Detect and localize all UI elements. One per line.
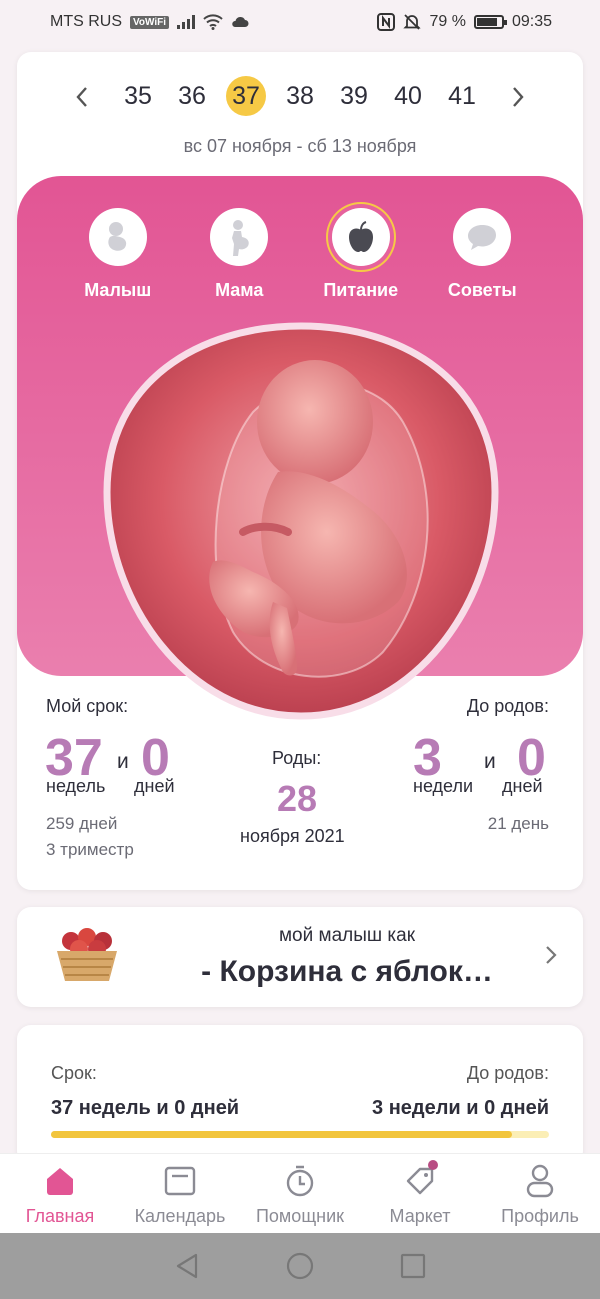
nav-assistant-label: Помощник xyxy=(255,1206,344,1226)
term-trimester: 3 триместр xyxy=(46,840,134,859)
nav-market-label: Маркет xyxy=(389,1206,451,1226)
week-38[interactable]: 38 xyxy=(280,76,320,116)
clock: 09:35 xyxy=(511,13,552,30)
fetus-illustration xyxy=(103,322,499,720)
battery-percent: 79 % xyxy=(429,13,466,30)
my-term-label: Мой срок: xyxy=(46,696,129,716)
baby-size-title: мой малыш как xyxy=(278,925,416,946)
tab-tips-label: Советы xyxy=(447,280,517,300)
market-badge xyxy=(428,1160,438,1170)
due-month-year: ноября 2021 xyxy=(240,826,345,846)
nav-profile-label: Профиль xyxy=(501,1206,579,1226)
week-selector: 35 36 37 38 39 40 41 xyxy=(17,74,583,118)
signal-icon xyxy=(177,15,196,29)
apple-icon xyxy=(348,221,373,252)
term-weeks-unit: недель xyxy=(46,776,106,796)
remaining-label: До родов: xyxy=(466,696,549,716)
pregnancy-progress-bar xyxy=(51,1131,549,1138)
nav-home[interactable]: Главная xyxy=(0,1154,120,1233)
home-icon xyxy=(47,1168,73,1195)
baby-size-card[interactable]: мой малыш как - Корзина с яблок… xyxy=(17,907,583,1007)
nav-market[interactable]: Маркет xyxy=(360,1154,480,1233)
pregnant-icon xyxy=(232,220,249,256)
tab-nutrition[interactable]: Питание xyxy=(306,208,416,301)
week-40[interactable]: 40 xyxy=(388,76,428,116)
system-nav-bar xyxy=(0,1233,600,1299)
back-icon[interactable] xyxy=(172,1251,202,1281)
chevron-right-icon xyxy=(545,939,557,973)
status-bar: MTS RUS VoWiFi 79 % 09:35 xyxy=(0,0,600,44)
nav-calendar[interactable]: Календарь xyxy=(120,1154,240,1233)
baby-size-fruit: - Корзина с яблок… xyxy=(201,955,493,988)
pregnancy-week-card: 35 36 37 38 39 40 41 вс 07 ноября - сб 13 нояб… xyxy=(17,52,583,890)
week-list: 35 36 37 38 39 40 41 xyxy=(118,76,482,116)
remaining-connector: и xyxy=(484,750,496,773)
tab-mom-label: Мама xyxy=(215,280,264,300)
profile-icon xyxy=(526,1164,554,1198)
battery-icon xyxy=(473,15,507,29)
mute-bell-icon xyxy=(403,14,422,30)
wifi-icon xyxy=(203,14,223,30)
progress-remaining-label: До родов: xyxy=(466,1063,549,1083)
week-39[interactable]: 39 xyxy=(334,76,374,116)
term-total-days: 259 дней xyxy=(46,814,118,833)
term-stats: Мой срок: 37 и 0 недель дней 259 дней 3 … xyxy=(17,692,583,890)
cloud-icon xyxy=(232,16,249,27)
term-connector: и xyxy=(117,750,129,773)
baby-icon xyxy=(108,222,126,251)
week-35[interactable]: 35 xyxy=(118,76,158,116)
next-week-icon[interactable] xyxy=(503,82,533,112)
week-37[interactable]: 37 xyxy=(226,76,266,116)
progress-fill xyxy=(51,1131,512,1138)
progress-card: Срок: До родов: 37 недель и 0 дней 3 нед… xyxy=(17,1025,583,1165)
remaining-weeks-unit: недели xyxy=(413,776,474,796)
nav-profile[interactable]: Профиль xyxy=(480,1154,600,1233)
nav-calendar-label: Календарь xyxy=(134,1206,226,1226)
prev-week-icon[interactable] xyxy=(67,82,97,112)
due-label: Роды: xyxy=(272,748,322,768)
remaining-days-unit: дней xyxy=(502,776,543,796)
timer-icon xyxy=(286,1165,314,1197)
week-date-range: вс 07 ноября - сб 13 ноября xyxy=(183,136,417,156)
apple-basket-icon xyxy=(57,928,117,981)
due-day-value: 28 xyxy=(277,778,318,819)
recents-icon[interactable] xyxy=(398,1251,428,1281)
tab-baby[interactable]: Малыш xyxy=(63,208,173,301)
home-circle-icon[interactable] xyxy=(285,1251,315,1281)
progress-term-label: Срок: xyxy=(51,1063,97,1083)
term-days-unit: дней xyxy=(134,776,175,796)
nav-home-label: Главная xyxy=(25,1206,95,1226)
section-tabs: Малыш Мама Питание Советы xyxy=(17,208,583,301)
week-36[interactable]: 36 xyxy=(172,76,212,116)
tab-tips[interactable]: Советы xyxy=(427,208,537,301)
remaining-total-days: 21 день xyxy=(487,814,549,833)
chat-icon xyxy=(468,225,497,250)
progress-term-value: 37 недель и 0 дней xyxy=(51,1097,240,1119)
bottom-nav: Главная Календарь Помощник Маркет Профил… xyxy=(0,1153,600,1233)
vowifi-badge: VoWiFi xyxy=(130,15,170,29)
tab-baby-label: Малыш xyxy=(84,280,152,300)
tab-nutrition-label: Питание xyxy=(323,280,399,300)
progress-remaining-value: 3 недели и 0 дней xyxy=(372,1097,549,1119)
tab-mom[interactable]: Мама xyxy=(184,208,294,301)
nfc-icon xyxy=(377,13,396,31)
calendar-icon xyxy=(164,1166,196,1196)
week-41[interactable]: 41 xyxy=(442,76,482,116)
nav-assistant[interactable]: Помощник xyxy=(240,1154,360,1233)
carrier-name: MTS RUS xyxy=(50,13,122,30)
